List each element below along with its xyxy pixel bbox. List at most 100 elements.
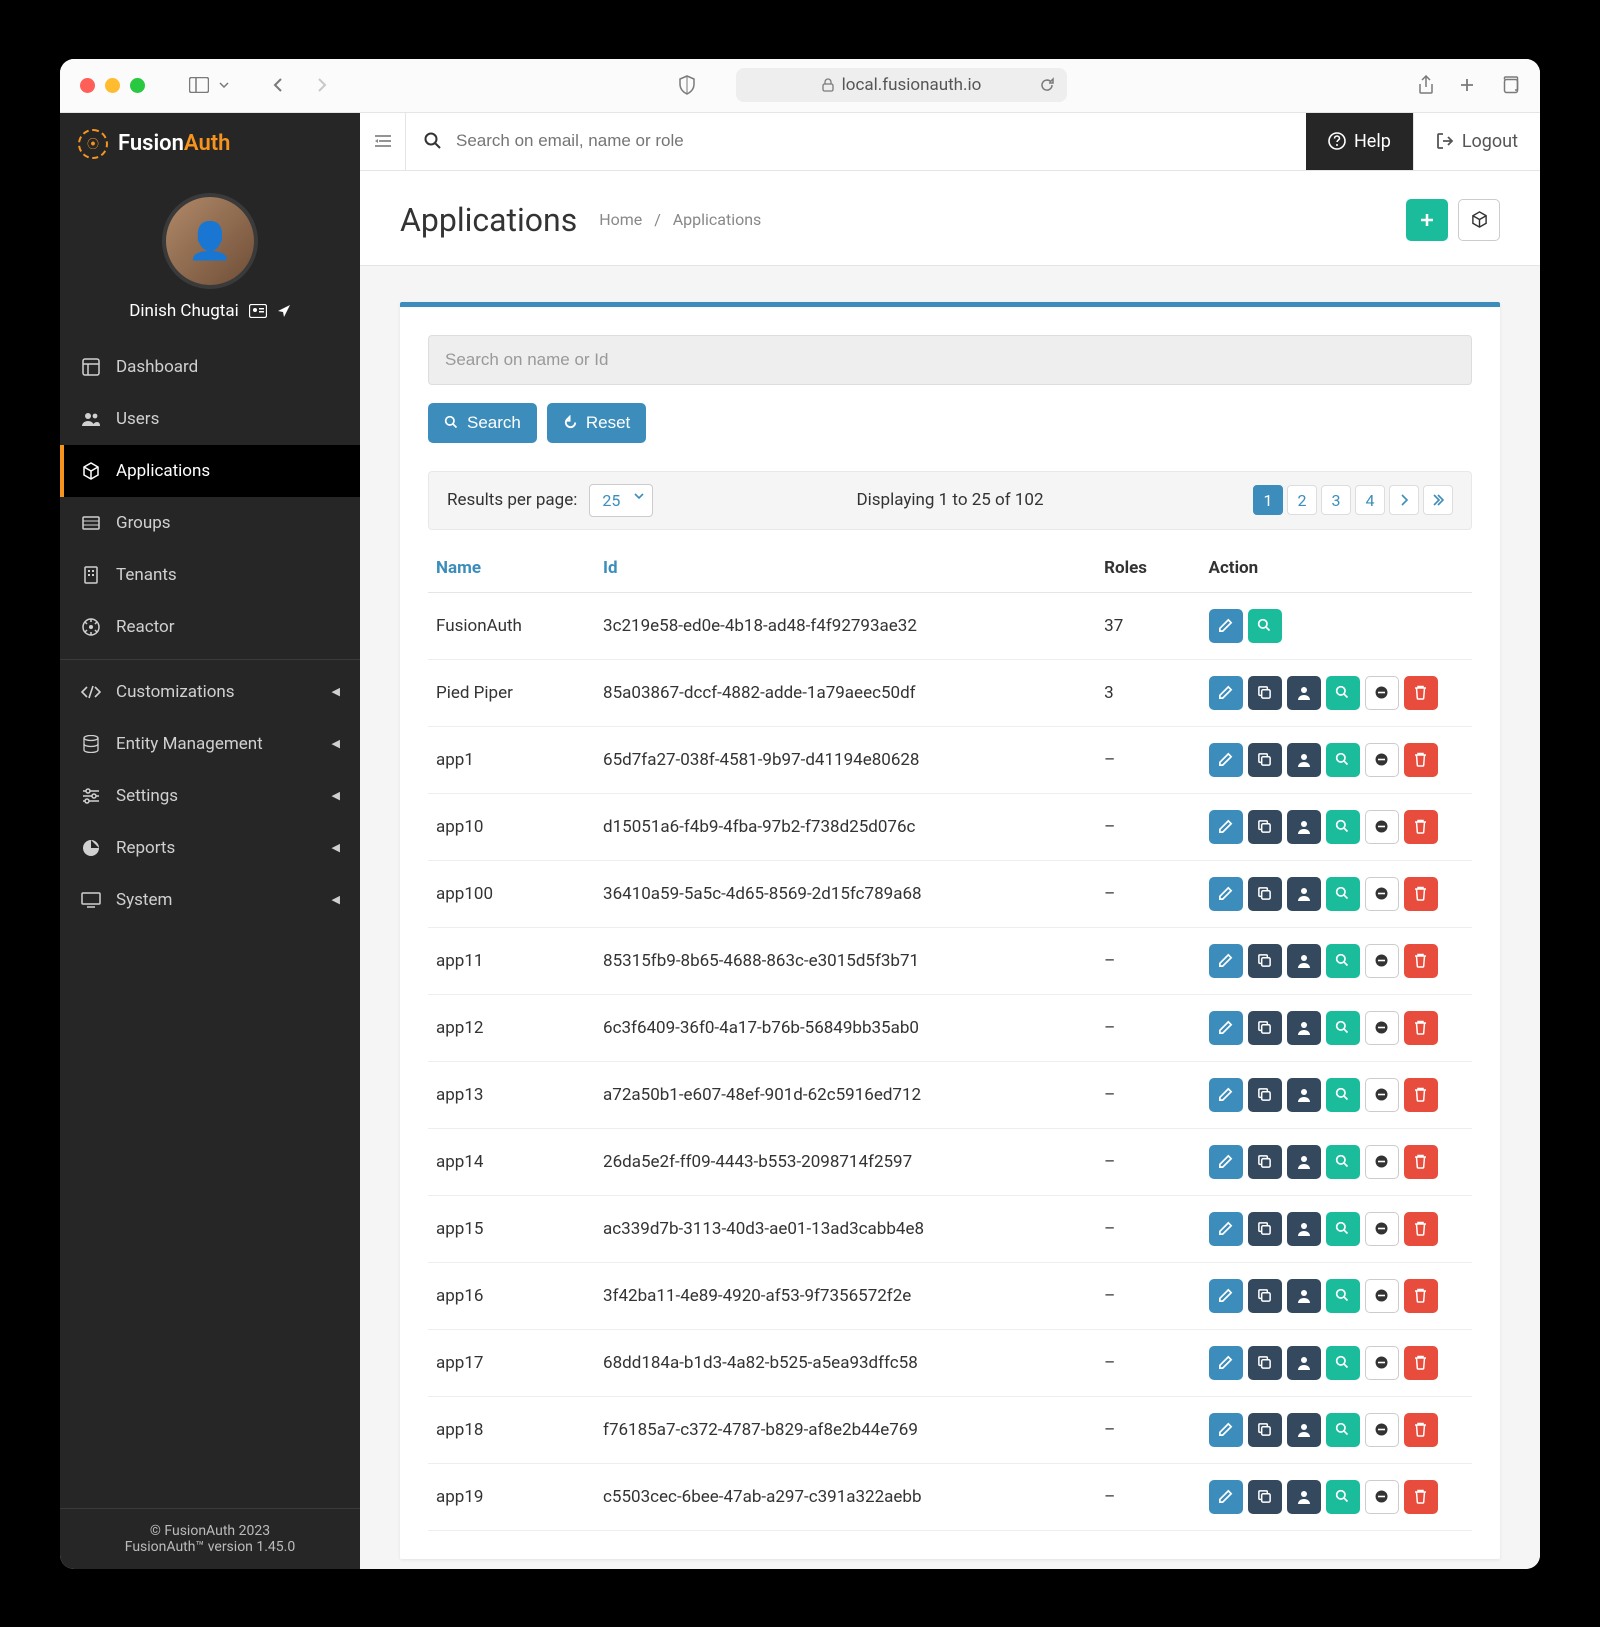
- delete-button[interactable]: [1404, 1346, 1438, 1380]
- nav-settings[interactable]: Settings ◀: [60, 770, 360, 822]
- manage-roles-button[interactable]: [1287, 1346, 1321, 1380]
- edit-button[interactable]: [1209, 1011, 1243, 1045]
- page-last[interactable]: [1423, 485, 1453, 515]
- duplicate-button[interactable]: [1248, 1346, 1282, 1380]
- duplicate-button[interactable]: [1248, 1279, 1282, 1313]
- nav-applications[interactable]: Applications: [60, 445, 360, 497]
- manage-roles-button[interactable]: [1287, 1078, 1321, 1112]
- manage-roles-button[interactable]: [1287, 1212, 1321, 1246]
- deactivate-button[interactable]: [1365, 1212, 1399, 1246]
- duplicate-button[interactable]: [1248, 1480, 1282, 1514]
- view-button[interactable]: [1326, 1078, 1360, 1112]
- deactivate-button[interactable]: [1365, 1480, 1399, 1514]
- deactivate-button[interactable]: [1365, 743, 1399, 777]
- edit-button[interactable]: [1209, 1279, 1243, 1313]
- duplicate-button[interactable]: [1248, 1413, 1282, 1447]
- share-icon[interactable]: [1418, 75, 1434, 95]
- nav-customizations[interactable]: Customizations ◀: [60, 666, 360, 718]
- nav-reactor[interactable]: Reactor: [60, 601, 360, 653]
- search-button[interactable]: Search: [428, 403, 537, 443]
- duplicate-button[interactable]: [1248, 676, 1282, 710]
- view-button[interactable]: [1326, 1011, 1360, 1045]
- view-button[interactable]: [1326, 1413, 1360, 1447]
- duplicate-button[interactable]: [1248, 1145, 1282, 1179]
- view-button[interactable]: [1326, 1346, 1360, 1380]
- view-button[interactable]: [1326, 944, 1360, 978]
- page-2[interactable]: 2: [1287, 485, 1317, 515]
- duplicate-button[interactable]: [1248, 1078, 1282, 1112]
- deactivate-button[interactable]: [1365, 1145, 1399, 1179]
- deactivate-button[interactable]: [1365, 877, 1399, 911]
- page-1[interactable]: 1: [1253, 485, 1283, 515]
- box-action-button[interactable]: [1458, 199, 1500, 241]
- manage-roles-button[interactable]: [1287, 1413, 1321, 1447]
- view-button[interactable]: [1326, 810, 1360, 844]
- col-id[interactable]: Id: [595, 544, 1096, 593]
- tabs-icon[interactable]: [1500, 75, 1520, 95]
- page-3[interactable]: 3: [1321, 485, 1351, 515]
- back-button[interactable]: [273, 77, 283, 93]
- manage-roles-button[interactable]: [1287, 1279, 1321, 1313]
- edit-button[interactable]: [1209, 1413, 1243, 1447]
- nav-groups[interactable]: Groups: [60, 497, 360, 549]
- manage-roles-button[interactable]: [1287, 743, 1321, 777]
- edit-button[interactable]: [1209, 1346, 1243, 1380]
- help-button[interactable]: Help: [1306, 113, 1413, 171]
- deactivate-button[interactable]: [1365, 1279, 1399, 1313]
- sidebar-toggle-icon[interactable]: [189, 77, 209, 93]
- edit-button[interactable]: [1209, 1078, 1243, 1112]
- avatar[interactable]: 👤: [162, 193, 258, 289]
- edit-button[interactable]: [1209, 1480, 1243, 1514]
- reload-icon[interactable]: [1039, 77, 1055, 93]
- delete-button[interactable]: [1404, 1413, 1438, 1447]
- filter-input[interactable]: [428, 335, 1472, 385]
- manage-roles-button[interactable]: [1287, 1145, 1321, 1179]
- manage-roles-button[interactable]: [1287, 810, 1321, 844]
- duplicate-button[interactable]: [1248, 743, 1282, 777]
- manage-roles-button[interactable]: [1287, 1011, 1321, 1045]
- manage-roles-button[interactable]: [1287, 1480, 1321, 1514]
- edit-button[interactable]: [1209, 1145, 1243, 1179]
- delete-button[interactable]: [1404, 1279, 1438, 1313]
- deactivate-button[interactable]: [1365, 1078, 1399, 1112]
- delete-button[interactable]: [1404, 877, 1438, 911]
- nav-users[interactable]: Users: [60, 393, 360, 445]
- view-button[interactable]: [1326, 1212, 1360, 1246]
- collapse-sidebar-button[interactable]: [360, 113, 406, 171]
- close-window-button[interactable]: [80, 78, 95, 93]
- nav-system[interactable]: System ◀: [60, 874, 360, 926]
- page-4[interactable]: 4: [1355, 485, 1385, 515]
- duplicate-button[interactable]: [1248, 810, 1282, 844]
- edit-button[interactable]: [1209, 810, 1243, 844]
- view-button[interactable]: [1326, 743, 1360, 777]
- maximize-window-button[interactable]: [130, 78, 145, 93]
- manage-roles-button[interactable]: [1287, 877, 1321, 911]
- deactivate-button[interactable]: [1365, 676, 1399, 710]
- view-button[interactable]: [1326, 676, 1360, 710]
- deactivate-button[interactable]: [1365, 1346, 1399, 1380]
- duplicate-button[interactable]: [1248, 944, 1282, 978]
- per-page-select[interactable]: 25: [589, 484, 653, 517]
- deactivate-button[interactable]: [1365, 810, 1399, 844]
- id-card-icon[interactable]: [249, 304, 267, 318]
- view-button[interactable]: [1326, 1279, 1360, 1313]
- global-search-input[interactable]: [456, 131, 1288, 151]
- new-tab-icon[interactable]: [1458, 75, 1476, 95]
- view-button[interactable]: [1326, 877, 1360, 911]
- delete-button[interactable]: [1404, 1480, 1438, 1514]
- logout-button[interactable]: Logout: [1413, 113, 1540, 171]
- edit-button[interactable]: [1209, 877, 1243, 911]
- view-button[interactable]: [1248, 609, 1282, 643]
- deactivate-button[interactable]: [1365, 1413, 1399, 1447]
- minimize-window-button[interactable]: [105, 78, 120, 93]
- delete-button[interactable]: [1404, 1011, 1438, 1045]
- delete-button[interactable]: [1404, 743, 1438, 777]
- view-button[interactable]: [1326, 1145, 1360, 1179]
- edit-button[interactable]: [1209, 944, 1243, 978]
- delete-button[interactable]: [1404, 944, 1438, 978]
- reset-button[interactable]: Reset: [547, 403, 646, 443]
- delete-button[interactable]: [1404, 1212, 1438, 1246]
- breadcrumb-home[interactable]: Home: [599, 210, 642, 229]
- delete-button[interactable]: [1404, 1078, 1438, 1112]
- nav-entity-management[interactable]: Entity Management ◀: [60, 718, 360, 770]
